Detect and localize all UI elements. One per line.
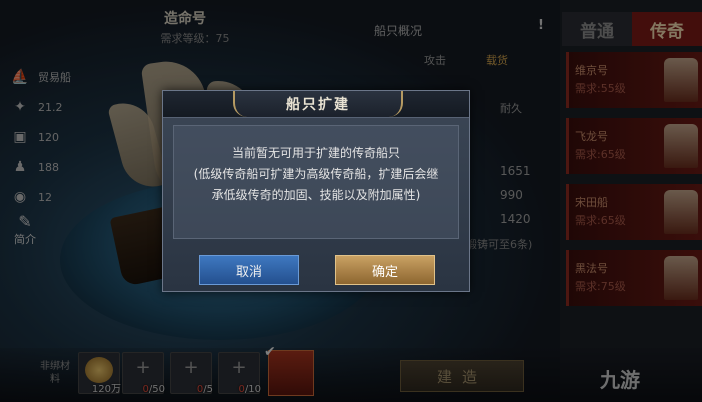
- dialog-line: 当前暂无可用于扩建的传奇船只: [231, 146, 400, 160]
- dialog-message: 当前暂无可用于扩建的传奇船只 (低级传奇船可扩建为高级传奇船，扩建后会继 承低级…: [181, 143, 451, 206]
- dialog-line: (低级传奇船可扩建为高级传奇船，扩建后会继: [193, 167, 439, 181]
- dialog-title: 船只扩建: [233, 91, 403, 117]
- cancel-button[interactable]: 取消: [199, 255, 299, 285]
- ship-expand-dialog: 船只扩建 当前暂无可用于扩建的传奇船只 (低级传奇船可扩建为高级传奇船，扩建后会…: [162, 90, 470, 292]
- dialog-line: 承低级传奇的加固、技能以及附加属性): [211, 188, 421, 202]
- confirm-button[interactable]: 确定: [335, 255, 435, 285]
